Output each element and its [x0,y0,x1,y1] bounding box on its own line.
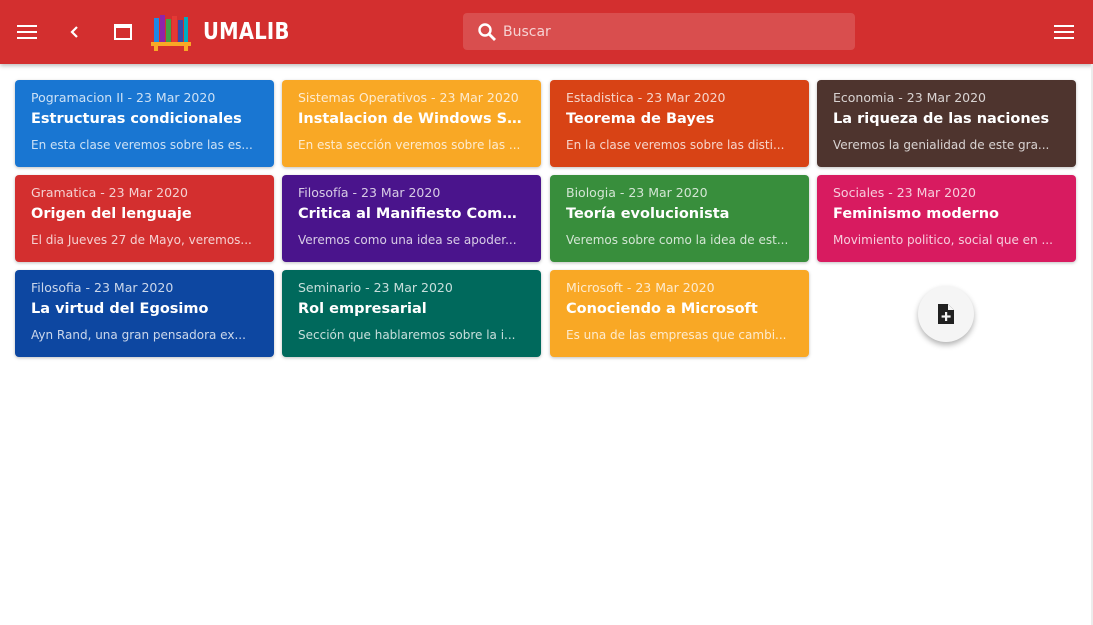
card-meta: Gramatica - 23 Mar 2020 [31,185,188,200]
card-meta: Sociales - 23 Mar 2020 [833,185,976,200]
search-input[interactable] [503,13,843,50]
card-meta: Estadistica - 23 Mar 2020 [566,90,726,105]
card-title: Instalacion de Windows Server [298,111,525,127]
card-meta: Pogramacion II - 23 Mar 2020 [31,90,216,105]
card-description: Es una de las empresas que cambi... [566,328,787,342]
menu-icon [17,25,37,39]
card-title: Teoría evolucionista [566,206,730,222]
window-icon [114,24,132,40]
window-button[interactable] [105,14,141,50]
back-button[interactable] [57,14,93,50]
card-description: Veremos como una idea se apoder... [298,233,517,247]
card-meta: Filosofía - 23 Mar 2020 [298,185,441,200]
chevron-left-icon [70,26,78,38]
brand-title: UMALIB [203,19,290,45]
card-title: Estructuras condicionales [31,111,242,127]
class-card[interactable]: Microsoft - 23 Mar 2020 Conociendo a Mic… [550,270,809,357]
app-bar: UMALIB [0,0,1093,64]
books-logo [151,15,191,51]
card-description: En esta sección veremos sobre las ... [298,138,521,152]
card-meta: Filosofia - 23 Mar 2020 [31,280,174,295]
card-meta: Economia - 23 Mar 2020 [833,90,987,105]
class-card[interactable]: Gramatica - 23 Mar 2020 Origen del lengu… [15,175,274,262]
right-menu-button[interactable] [1046,14,1082,50]
card-description: En la clase veremos sobre las disti... [566,138,785,152]
class-card[interactable]: Pogramacion II - 23 Mar 2020 Estructuras… [15,80,274,167]
class-card[interactable]: Biologia - 23 Mar 2020 Teoría evolucioni… [550,175,809,262]
card-meta: Sistemas Operativos - 23 Mar 2020 [298,90,519,105]
add-class-button[interactable] [918,286,974,342]
class-card[interactable]: Sistemas Operativos - 23 Mar 2020 Instal… [282,80,541,167]
card-title: Feminismo moderno [833,206,999,222]
card-description: Ayn Rand, una gran pensadora ex... [31,328,246,342]
class-card[interactable]: Filosofia - 23 Mar 2020 La virtud del Eg… [15,270,274,357]
class-card[interactable]: Economia - 23 Mar 2020 La riqueza de las… [817,80,1076,167]
card-meta: Seminario - 23 Mar 2020 [298,280,453,295]
class-card[interactable]: Estadistica - 23 Mar 2020 Teorema de Bay… [550,80,809,167]
card-title: La riqueza de las naciones [833,111,1050,127]
card-title: Origen del lenguaje [31,206,192,222]
menu-button[interactable] [9,14,45,50]
card-title: Conociendo a Microsoft [566,301,758,317]
card-title: Rol empresarial [298,301,427,317]
card-description: El dia Jueves 27 de Mayo, veremos... [31,233,252,247]
card-description: Movimiento politico, social que en ... [833,233,1053,247]
note-add-icon [938,304,954,324]
search-bar[interactable] [463,13,855,50]
card-meta: Biologia - 23 Mar 2020 [566,185,708,200]
menu-icon [1054,25,1074,39]
class-card[interactable]: Sociales - 23 Mar 2020 Feminismo moderno… [817,175,1076,262]
search-icon [478,23,496,41]
class-card[interactable]: Seminario - 23 Mar 2020 Rol empresarial … [282,270,541,357]
card-description: Veremos la genialidad de este gra... [833,138,1050,152]
card-description: Sección que hablaremos sobre la i... [298,328,516,342]
card-meta: Microsoft - 23 Mar 2020 [566,280,715,295]
class-card[interactable]: Filosofía - 23 Mar 2020 Critica al Manif… [282,175,541,262]
card-title: Teorema de Bayes [566,111,715,127]
card-description: En esta clase veremos sobre las es... [31,138,253,152]
card-description: Veremos sobre como la idea de est... [566,233,789,247]
card-title: La virtud del Egosimo [31,301,209,317]
card-title: Critica al Manifiesto Comunis... [298,206,525,222]
